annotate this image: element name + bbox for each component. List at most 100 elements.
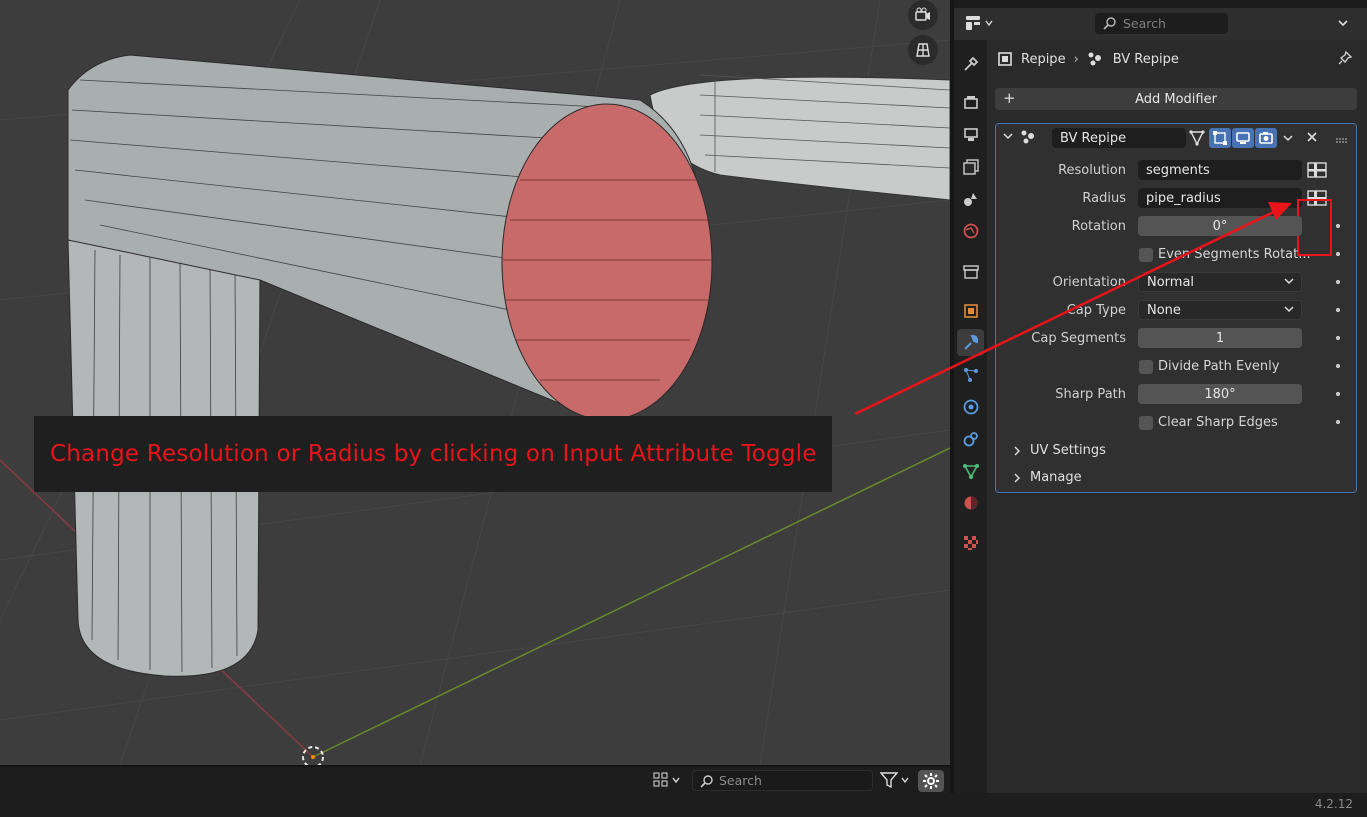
gear-icon[interactable] — [918, 770, 944, 792]
y-axis-line — [312, 447, 950, 758]
cap-type-value: None — [1147, 302, 1181, 318]
pin-icon[interactable] — [1337, 50, 1353, 70]
search-icon — [700, 775, 713, 788]
divide-path-label: Divide Path Evenly — [1158, 359, 1280, 374]
subpanel-manage[interactable]: Manage — [1012, 470, 1082, 485]
divide-path-checkbox[interactable] — [1139, 360, 1153, 374]
modifier-tab-icon[interactable] — [957, 329, 984, 356]
editor-type-icon[interactable] — [964, 14, 994, 32]
render-camera-icon[interactable] — [1255, 128, 1277, 148]
material-tab-icon[interactable] — [957, 489, 984, 516]
modifier-properties: Repipe › BV Repipe + Add Modifier BV Rep… — [987, 40, 1367, 793]
cap-segments-field[interactable]: 1 — [1138, 328, 1302, 348]
keyframe-dot[interactable] — [1336, 308, 1340, 312]
plus-icon: + — [1003, 89, 1016, 107]
breadcrumb-separator: › — [1073, 51, 1079, 67]
footer-search-input[interactable]: Search — [692, 770, 873, 791]
rotation-value: 0° — [1212, 218, 1228, 234]
even-segments-checkbox[interactable] — [1139, 248, 1153, 262]
modifier-name-field[interactable]: BV Repipe — [1052, 128, 1186, 148]
grid-view-icon[interactable] — [908, 35, 938, 65]
resolution-attribute-field[interactable]: segments — [1138, 160, 1302, 180]
breadcrumb-modifier: BV Repipe — [1112, 51, 1179, 67]
geometry-nodes-icon — [1020, 129, 1038, 149]
edit-mode-icon[interactable] — [1186, 128, 1208, 148]
radius-label: Radius — [1082, 191, 1126, 206]
cap-type-dropdown[interactable]: None — [1138, 300, 1302, 320]
constraints-tab-icon[interactable] — [957, 425, 984, 452]
render-tab-icon[interactable] — [957, 88, 984, 115]
cap-type-label: Cap Type — [1066, 303, 1126, 318]
scene-tab-icon[interactable] — [957, 185, 984, 212]
orientation-value: Normal — [1147, 274, 1195, 290]
footer-search-placeholder: Search — [719, 773, 762, 788]
manage-label: Manage — [1030, 470, 1082, 485]
keyframe-dot[interactable] — [1336, 336, 1340, 340]
texture-tab-icon[interactable] — [957, 529, 984, 556]
subpanel-uv-settings[interactable]: UV Settings — [1012, 443, 1106, 458]
filter-icon[interactable] — [880, 772, 910, 788]
world-tab-icon[interactable] — [957, 217, 984, 244]
resolution-value: segments — [1146, 162, 1210, 178]
object-tab-icon[interactable] — [957, 297, 984, 324]
geometry-nodes-icon — [1088, 52, 1101, 66]
tool-tab-icon[interactable] — [957, 50, 984, 77]
chevron-right-icon — [1014, 473, 1020, 482]
sharp-path-field[interactable]: 180° — [1138, 384, 1302, 404]
camera-view-icon[interactable] — [908, 0, 938, 30]
modifier-name: BV Repipe — [1060, 130, 1127, 146]
properties-search-placeholder: Search — [1123, 16, 1166, 31]
properties-tabs — [954, 40, 987, 793]
attribute-toggle-icon — [1307, 162, 1327, 178]
radius-value: pipe_radius — [1146, 190, 1221, 206]
orientation-dropdown[interactable]: Normal — [1138, 272, 1302, 292]
radius-attribute-field[interactable]: pipe_radius — [1138, 188, 1302, 208]
search-icon — [1103, 17, 1116, 30]
chevron-down-icon — [1284, 278, 1294, 285]
keyframe-dot[interactable] — [1336, 252, 1340, 256]
annotation-banner: Change Resolution or Radius by clicking … — [34, 416, 832, 492]
view-layer-tab-icon[interactable] — [957, 153, 984, 180]
chevron-right-icon — [1014, 446, 1020, 455]
chevron-down-icon[interactable] — [1336, 16, 1350, 34]
annotation-text: Change Resolution or Radius by clicking … — [50, 441, 817, 467]
sharp-path-label: Sharp Path — [1055, 387, 1126, 402]
keyframe-dot[interactable] — [1336, 224, 1340, 228]
clear-sharp-checkbox[interactable] — [1139, 416, 1153, 430]
sharp-path-value: 180° — [1204, 386, 1236, 402]
collapse-chevron-icon[interactable] — [1002, 130, 1014, 146]
object-icon — [998, 52, 1012, 66]
keyframe-dot[interactable] — [1336, 364, 1340, 368]
rotation-field[interactable]: 0° — [1138, 216, 1302, 236]
physics-tab-icon[interactable] — [957, 393, 984, 420]
close-icon[interactable] — [1306, 131, 1318, 147]
properties-search-input[interactable]: Search — [1095, 13, 1228, 34]
viewport-display-icon[interactable] — [1232, 128, 1254, 148]
on-cage-icon[interactable] — [1209, 128, 1231, 148]
cap-segments-value: 1 — [1215, 330, 1225, 346]
resolution-label: Resolution — [1058, 163, 1126, 178]
keyframe-dot[interactable] — [1336, 392, 1340, 396]
resolution-input-attribute-toggle[interactable] — [1304, 160, 1330, 180]
chevron-down-icon — [1284, 306, 1294, 313]
keyframe-dot[interactable] — [1336, 420, 1340, 424]
output-tab-icon[interactable] — [957, 121, 984, 148]
modifier-panel: BV Repipe Resolution segments Radius pip… — [995, 123, 1357, 493]
drag-handle-icon[interactable] — [1336, 133, 1348, 148]
collection-tab-icon[interactable] — [957, 258, 984, 285]
chevron-down-icon — [985, 20, 993, 27]
uv-settings-label: UV Settings — [1030, 443, 1106, 458]
keyframe-dot[interactable] — [1336, 280, 1340, 284]
breadcrumb: Repipe › BV Repipe — [997, 48, 1179, 70]
data-tab-icon[interactable] — [957, 457, 984, 484]
3d-viewport[interactable]: Change Resolution or Radius by clicking … — [0, 0, 950, 765]
chevron-down-icon — [672, 777, 680, 784]
add-modifier-button[interactable]: + Add Modifier — [995, 88, 1357, 110]
version-label: 4.2.12 — [1314, 797, 1353, 811]
editor-layout-icon[interactable] — [653, 772, 681, 788]
cap-segments-label: Cap Segments — [1031, 331, 1126, 346]
properties-editor: Search Repipe › BV Repipe + Add Modifier… — [954, 0, 1367, 793]
chevron-down-icon[interactable] — [1282, 132, 1294, 148]
clear-sharp-label: Clear Sharp Edges — [1158, 415, 1278, 430]
particles-tab-icon[interactable] — [957, 361, 984, 388]
